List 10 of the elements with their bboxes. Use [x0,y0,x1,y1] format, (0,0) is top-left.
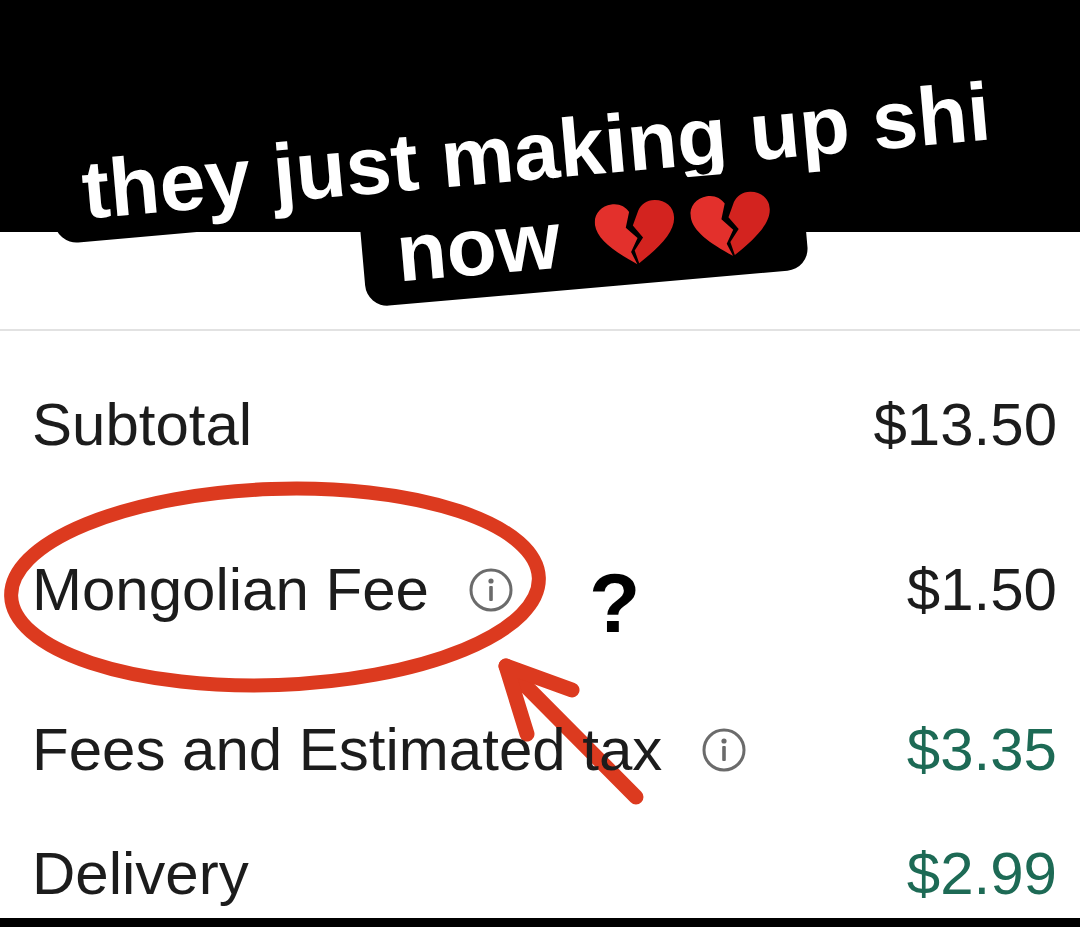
line-item-amount: $2.99 [906,839,1057,909]
line-item-amount: $1.50 [906,555,1057,625]
line-item-label: Subtotal [32,389,253,460]
line-item-label: Delivery [32,839,249,909]
line-item-label: Mongolian Fee [32,555,429,625]
info-icon[interactable] [468,568,513,612]
annotation-text: ? [588,558,641,648]
line-item-amount: $13.50 [873,389,1057,460]
info-icon[interactable] [702,728,747,772]
line-item-amount: $3.35 [906,715,1057,785]
